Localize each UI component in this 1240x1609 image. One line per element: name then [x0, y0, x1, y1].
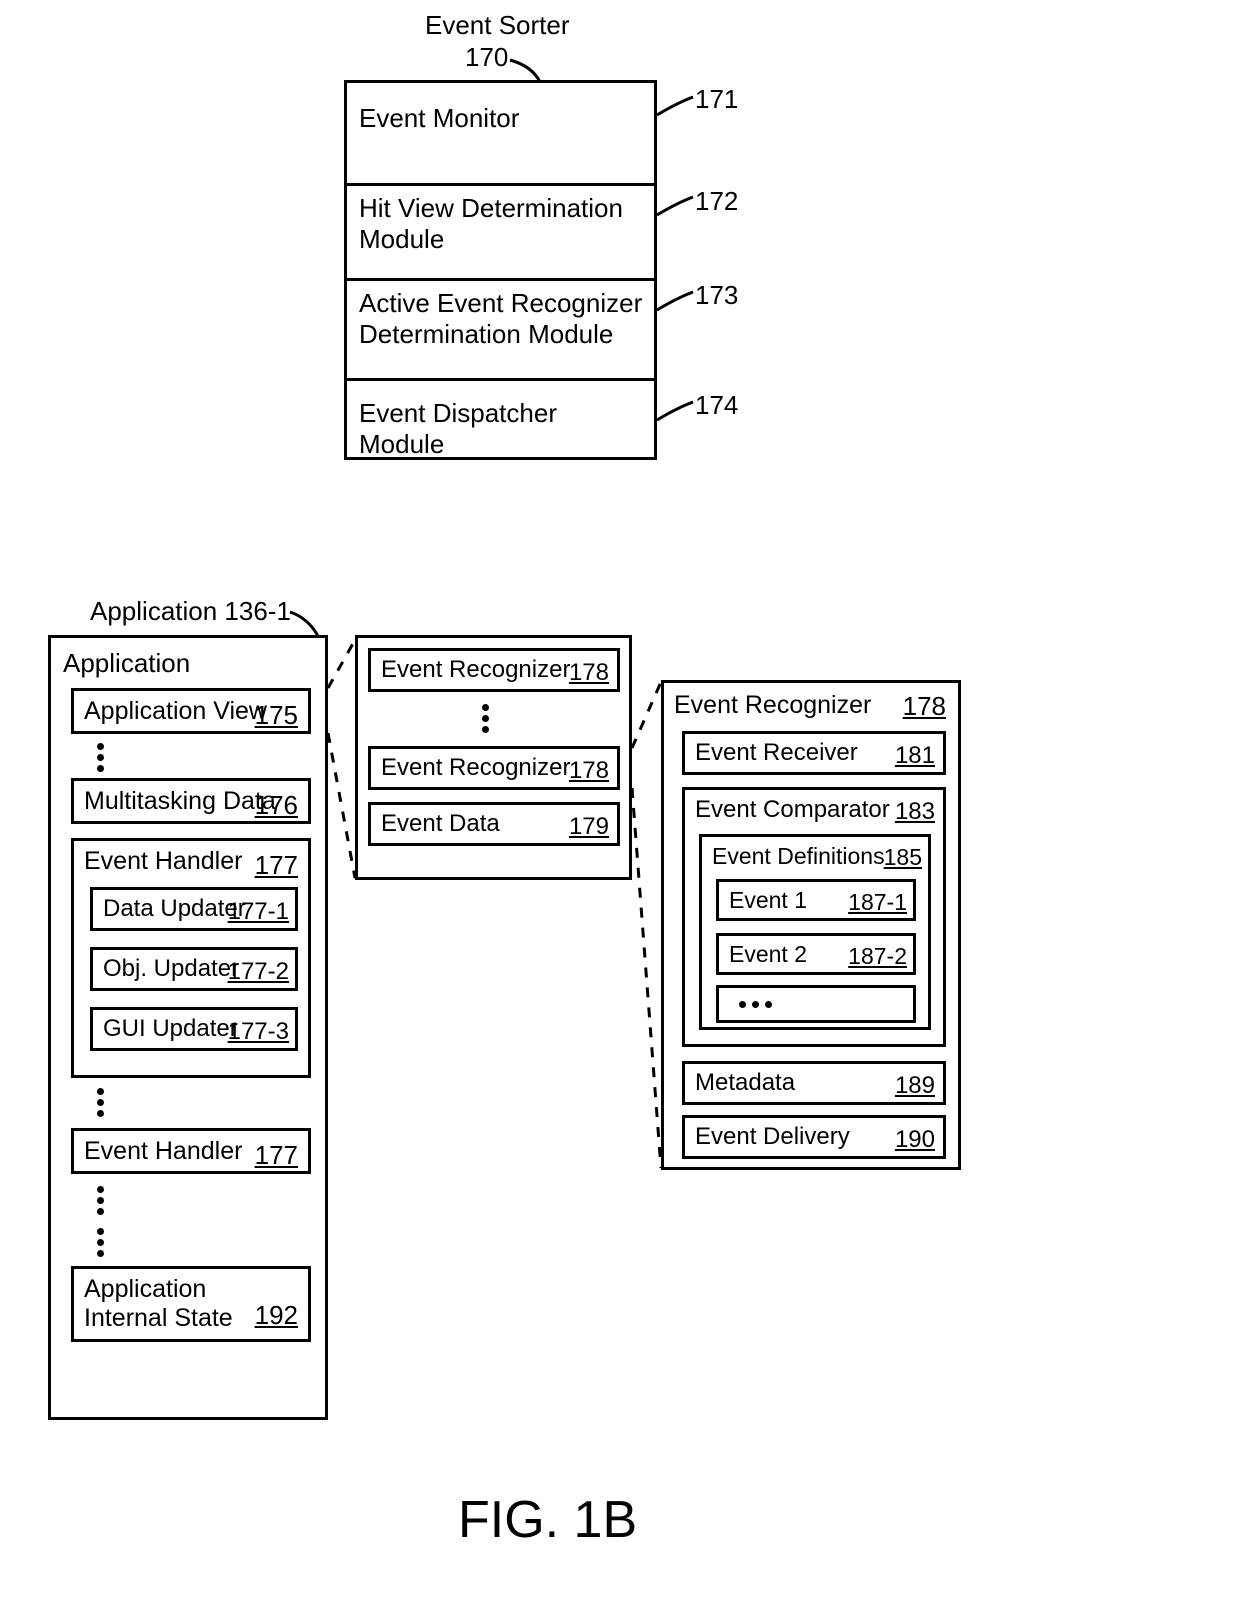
event-sorter-ref: 170	[465, 42, 508, 73]
event-handler-label: Event Handler	[84, 847, 242, 876]
mid-ed-ref: 179	[569, 813, 609, 841]
event-more-row	[716, 985, 916, 1023]
event2-label: Event 2	[729, 941, 807, 968]
metadata-row: Metadata 189	[682, 1061, 946, 1105]
event-handler2-label: Event Handler	[84, 1137, 242, 1166]
application-view-label: Application View	[84, 697, 267, 726]
mid-er1-ref: 178	[569, 659, 609, 687]
event-delivery-ref: 190	[895, 1126, 935, 1154]
obj-updater-row: Obj. Updater 177-2	[90, 947, 298, 991]
mid-er2-ref: 178	[569, 757, 609, 785]
vdots-icon	[97, 743, 104, 772]
right-er-label: Event Recognizer	[674, 691, 871, 720]
vdots-icon	[97, 1088, 104, 1117]
event2-ref: 187-2	[848, 943, 907, 970]
event1-row: Event 1 187-1	[716, 879, 916, 921]
event-delivery-row: Event Delivery 190	[682, 1115, 946, 1159]
event1-label: Event 1	[729, 887, 807, 914]
application-title: Application	[63, 648, 190, 679]
event-receiver-label: Event Receiver	[695, 739, 858, 767]
data-updater-ref: 177-1	[228, 898, 289, 926]
vdots-icon	[482, 704, 489, 733]
mid-ed-row: Event Data 179	[368, 802, 620, 846]
gui-updater-label: GUI Updater	[103, 1015, 238, 1043]
mid-er1-row: Event Recognizer 178	[368, 648, 620, 692]
event2-row: Event 2 187-2	[716, 933, 916, 975]
metadata-label: Metadata	[695, 1069, 795, 1097]
diagram-page: Event Sorter 170 Event Monitor Hit View …	[0, 0, 1240, 1609]
obj-updater-label: Obj. Updater	[103, 955, 239, 983]
event-definitions-ref: 185	[884, 844, 922, 871]
mid-er1-label: Event Recognizer	[381, 656, 570, 684]
event-handler2-row: Event Handler 177	[71, 1128, 311, 1174]
hit-view-label: Hit View Determination Module	[359, 193, 639, 255]
ref-174: 174	[695, 390, 738, 421]
event-handler-box: Event Handler 177 Data Updater 177-1 Obj…	[71, 838, 311, 1078]
event-dispatcher-label: Event Dispatcher Module	[359, 398, 639, 460]
event1-ref: 187-1	[848, 889, 907, 916]
multitasking-label: Multitasking Data	[84, 787, 276, 816]
mid-er2-label: Event Recognizer	[381, 754, 570, 782]
right-outer-box: Event Recognizer 178 Event Receiver 181 …	[661, 680, 961, 1170]
hdots-icon	[739, 1001, 772, 1008]
ref-173: 173	[695, 280, 738, 311]
app-internal-state-row: Application Internal State 192	[71, 1266, 311, 1342]
event-delivery-label: Event Delivery	[695, 1123, 850, 1151]
event-handler2-ref: 177	[255, 1140, 298, 1171]
gui-updater-row: GUI Updater 177-3	[90, 1007, 298, 1051]
event-receiver-row: Event Receiver 181	[682, 731, 946, 775]
figure-caption: FIG. 1B	[458, 1490, 637, 1550]
application-view-ref: 175	[255, 700, 298, 731]
mid-er2-row: Event Recognizer 178	[368, 746, 620, 790]
right-er-ref: 178	[903, 691, 946, 722]
event-sorter-title: Event Sorter	[425, 10, 570, 41]
data-updater-row: Data Updater 177-1	[90, 887, 298, 931]
ref-172: 172	[695, 186, 738, 217]
mid-ed-label: Event Data	[381, 810, 500, 838]
event-comparator-box: Event Comparator 183 Event Definitions 1…	[682, 787, 946, 1047]
application-callout: Application 136-1	[90, 596, 291, 627]
multitasking-ref: 176	[255, 790, 298, 821]
middle-box: Event Recognizer 178 Event Recognizer 17…	[355, 635, 632, 880]
ref-171: 171	[695, 84, 738, 115]
vdots-icon	[97, 1228, 104, 1257]
metadata-ref: 189	[895, 1072, 935, 1100]
app-internal-state-ref: 192	[255, 1300, 298, 1331]
event-receiver-ref: 181	[895, 742, 935, 770]
event-definitions-box: Event Definitions 185 Event 1 187-1 Even…	[699, 834, 931, 1030]
gui-updater-ref: 177-3	[228, 1018, 289, 1046]
application-outer-box: Application Application View 175 Multita…	[48, 635, 328, 1420]
data-updater-label: Data Updater	[103, 895, 246, 923]
application-view-row: Application View 175	[71, 688, 311, 734]
obj-updater-ref: 177-2	[228, 958, 289, 986]
event-handler-ref: 177	[255, 850, 298, 881]
event-sorter-box: Event Monitor Hit View Determination Mod…	[344, 80, 657, 460]
event-comparator-label: Event Comparator	[695, 796, 890, 824]
active-er-label: Active Event Recognizer Determination Mo…	[359, 288, 649, 350]
event-definitions-label: Event Definitions	[712, 843, 885, 870]
event-monitor-label: Event Monitor	[359, 103, 619, 134]
vdots-icon	[97, 1186, 104, 1215]
event-comparator-ref: 183	[895, 798, 935, 826]
multitasking-row: Multitasking Data 176	[71, 778, 311, 824]
